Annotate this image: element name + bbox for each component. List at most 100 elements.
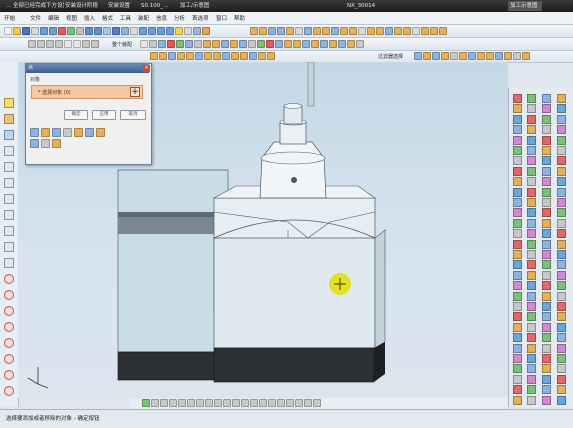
taskbar-tab-5[interactable]: 加工/示意图 [178,1,220,11]
dialog-tool-icon-8[interactable] [30,139,39,148]
right-tool-icon-8[interactable] [557,104,566,114]
right-tool-icon-98[interactable] [527,343,536,353]
right-tool-icon-104[interactable] [557,354,566,363]
dialog-tool-icon-10[interactable] [52,139,61,148]
cancel-button[interactable]: 取消 [120,110,146,120]
right-tool-icon-16[interactable] [557,125,566,135]
circle-tool-icon[interactable] [4,274,14,284]
feature-icon-12[interactable] [349,27,357,35]
snap-midpoint-icon[interactable] [159,52,167,60]
filter-icon-11[interactable] [504,52,512,60]
filter-icon-8[interactable] [477,52,485,60]
filter-icon-5[interactable] [450,52,458,60]
right-tool-icon-28[interactable] [557,156,566,166]
snap-quadrant-icon[interactable] [186,52,194,60]
snap-pole-icon[interactable] [231,52,239,60]
move-face-icon[interactable] [356,40,364,48]
menu-preferences[interactable]: 首选项 [192,14,209,22]
right-tool-icon-107[interactable] [542,364,551,374]
extend-icon[interactable] [176,40,184,48]
snap-icon-c[interactable] [169,399,177,407]
polygon-tool-icon[interactable] [4,306,14,316]
rotate-icon[interactable] [94,27,102,35]
sketch-arc-icon[interactable] [4,162,14,172]
right-tool-icon-97[interactable] [513,343,522,353]
unite-icon[interactable] [257,40,265,48]
right-tool-icon-51[interactable] [542,218,551,228]
right-tool-icon-109[interactable] [513,374,522,384]
right-tool-icon-102[interactable] [527,354,536,363]
right-tool-icon-29[interactable] [513,166,522,176]
snap-icon-j[interactable] [232,399,240,407]
menu-help[interactable]: 帮助 [234,14,245,22]
right-tool-icon-21[interactable] [513,146,522,155]
circle-icon[interactable] [55,40,63,48]
undo-icon[interactable] [40,27,48,35]
arc-icon[interactable] [46,40,54,48]
feature-icon-11[interactable] [340,27,348,35]
offset-icon[interactable] [91,40,99,48]
right-tool-icon-65[interactable] [513,260,522,270]
history-icon[interactable] [4,130,14,140]
thread-icon[interactable] [302,40,310,48]
filter-icon-10[interactable] [495,52,503,60]
right-tool-icon-76[interactable] [557,281,566,291]
shaded-icon[interactable] [112,27,120,35]
right-tool-icon-43[interactable] [542,198,551,207]
right-tool-icon-70[interactable] [527,270,536,280]
snap-icon-a[interactable] [151,399,159,407]
pattern-icon[interactable] [194,40,202,48]
taskbar-tab-6[interactable]: NX_30014 [345,1,394,11]
taskbar-tab-3[interactable]: 安装设置 [106,1,140,11]
taskbar-tab-1[interactable]: ... 全部已经完成下方设置 [4,1,64,11]
sew-icon[interactable] [329,40,337,48]
right-tool-icon-93[interactable] [513,333,522,343]
right-tool-icon-77[interactable] [513,291,522,301]
snap-icon-l[interactable] [250,399,258,407]
snap-endpoint-icon[interactable] [150,52,158,60]
sketch-trim-icon[interactable] [4,226,14,236]
apply-button[interactable]: 应用 [92,110,116,120]
close-icon[interactable]: × [143,65,150,72]
right-tool-icon-17[interactable] [513,135,522,145]
snap-enable-icon[interactable] [142,399,150,407]
view-iso-icon[interactable] [166,27,174,35]
point-tool-icon[interactable] [4,370,14,380]
right-tool-icon-60[interactable] [557,239,566,249]
right-tool-icon-88[interactable] [557,312,566,322]
feature-icon-18[interactable] [403,27,411,35]
menu-insert[interactable]: 插入 [84,14,95,22]
dialog-tool-icon-9[interactable] [41,139,50,148]
right-tool-icon-52[interactable] [557,218,566,228]
feature-icon-20[interactable] [421,27,429,35]
right-tool-icon-92[interactable] [557,322,566,332]
right-tool-icon-79[interactable] [542,291,551,301]
right-tool-icon-74[interactable] [527,281,536,291]
snap-oncurve-icon[interactable] [222,52,230,60]
filter-icon-9[interactable] [486,52,494,60]
render-icon[interactable] [202,27,210,35]
right-tool-icon-106[interactable] [527,364,536,374]
measure-icon[interactable] [184,27,192,35]
right-tool-icon-47[interactable] [542,208,551,218]
right-tool-icon-20[interactable] [557,135,566,145]
dialog-title[interactable]: 点 [26,64,149,73]
snap-icon-f[interactable] [196,399,204,407]
snap-icon-i[interactable] [223,399,231,407]
feature-icon-16[interactable] [385,27,393,35]
dim-icon[interactable] [149,40,157,48]
right-tool-icon-23[interactable] [542,146,551,155]
right-tool-icon-5[interactable] [513,104,522,114]
sketch-offset-icon[interactable] [4,210,14,220]
right-tool-icon-1[interactable] [513,94,522,103]
sketch-curve-icon[interactable] [4,178,14,188]
right-tool-icon-27[interactable] [542,156,551,166]
right-tool-icon-34[interactable] [527,177,536,187]
right-tool-icon-112[interactable] [557,374,566,384]
snap-icon-d[interactable] [178,399,186,407]
feature-icon-1[interactable] [250,27,258,35]
feature-icon-2[interactable] [259,27,267,35]
boss-icon[interactable] [230,40,238,48]
feature-icon-7[interactable] [304,27,312,35]
intersect-icon[interactable] [275,40,283,48]
